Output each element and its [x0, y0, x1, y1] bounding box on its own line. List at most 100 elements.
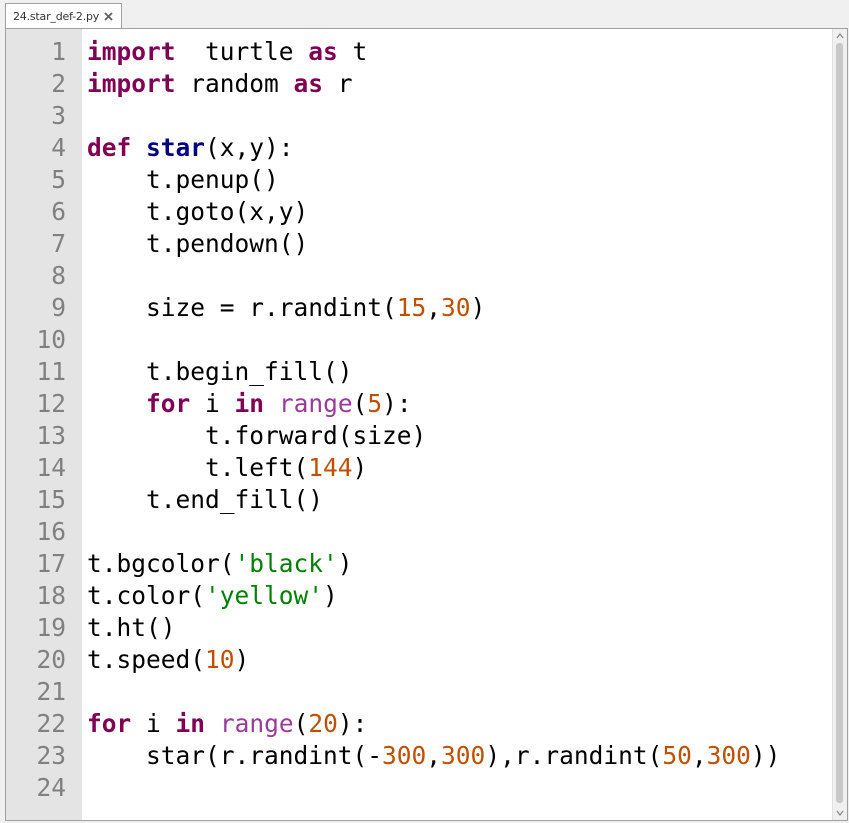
tab-bar: 24.star_def-2.py: [0, 0, 849, 28]
code-text: t.end_fill(): [87, 484, 323, 516]
code-token: 300: [706, 741, 751, 770]
line-number: 23: [36, 741, 66, 770]
code-token: ,: [426, 741, 442, 770]
code-line[interactable]: 15 t.end_fill(): [6, 484, 806, 516]
code-line[interactable]: 3: [6, 100, 806, 132]
code-line[interactable]: 8: [6, 260, 806, 292]
line-number: 14: [36, 453, 66, 482]
code-line[interactable]: 14 t.left(144): [6, 452, 806, 484]
code-line[interactable]: 1 import turtle as t: [6, 36, 806, 68]
code-token: random: [175, 69, 294, 98]
code-line[interactable]: 22 for i in range(20):: [6, 708, 806, 740]
line-number: 20: [36, 645, 66, 674]
code-token: (: [352, 389, 368, 418]
chevron-up-icon[interactable]: [835, 31, 845, 41]
code-token: 300: [382, 741, 427, 770]
code-token: as: [308, 37, 338, 66]
line-number: 1: [51, 37, 66, 66]
code-token: t.goto(x,y): [87, 197, 309, 226]
code-line[interactable]: 17 t.bgcolor('black'): [6, 548, 806, 580]
code-token: ): [337, 549, 353, 578]
code-line[interactable]: 2 import random as r: [6, 68, 806, 100]
code-token: t: [337, 37, 368, 66]
code-line[interactable]: 18 t.color('yellow'): [6, 580, 806, 612]
chevron-down-icon[interactable]: [835, 808, 845, 818]
code-token: ): [470, 293, 486, 322]
code-token: 30: [441, 293, 471, 322]
code-text: t.ht(): [87, 612, 176, 644]
code-line[interactable]: 23 star(r.randint(-300,300),r.randint(50…: [6, 740, 806, 772]
code-line[interactable]: 9 size = r.randint(15,30): [6, 292, 806, 324]
code-text: size = r.randint(15,30): [87, 292, 485, 324]
code-line[interactable]: 24: [6, 772, 806, 804]
code-line[interactable]: 6 t.goto(x,y): [6, 196, 806, 228]
code-token: star: [146, 133, 206, 162]
code-token: for: [146, 389, 191, 418]
code-line[interactable]: 12 for i in range(5):: [6, 388, 806, 420]
code-line[interactable]: 16: [6, 516, 806, 548]
line-number: 24: [36, 773, 66, 802]
code-line[interactable]: 4 def star(x,y):: [6, 132, 806, 164]
line-number: 7: [51, 229, 66, 258]
code-text: t.forward(size): [87, 420, 426, 452]
code-token: ):: [382, 389, 412, 418]
code-text: for i in range(20):: [87, 708, 367, 740]
code-token: t.left(: [87, 453, 309, 482]
code-line[interactable]: 5 t.penup(): [6, 164, 806, 196]
code-token: size = r.randint(: [87, 293, 397, 322]
code-token: t.penup(): [87, 165, 279, 194]
code-token: ): [352, 453, 368, 482]
code-line[interactable]: 13 t.forward(size): [6, 420, 806, 452]
code-editor[interactable]: 1 import turtle as t 2 import random as r 34…: [5, 28, 848, 821]
tab-label: 24.star_def-2.py: [13, 9, 100, 23]
code-token: ): [234, 645, 250, 674]
line-number: 3: [51, 101, 66, 130]
code-line[interactable]: 20 t.speed(10): [6, 644, 806, 676]
line-number: 16: [36, 517, 66, 546]
code-token: t.end_fill(): [87, 485, 324, 514]
code-text: import turtle as t: [87, 36, 367, 68]
code-token: range: [278, 389, 353, 418]
scroll-thumb[interactable]: [836, 43, 843, 803]
line-number: 2: [51, 69, 66, 98]
line-number: 10: [36, 325, 66, 354]
code-text: t.bgcolor('black'): [87, 548, 353, 580]
line-number: 22: [36, 709, 66, 738]
code-token: 'yellow': [205, 581, 324, 610]
code-token: 5: [367, 389, 383, 418]
code-token: star(r.randint(-: [87, 741, 383, 770]
code-text: import random as r: [87, 68, 353, 100]
code-line[interactable]: 10: [6, 324, 806, 356]
code-line[interactable]: 11 t.begin_fill(): [6, 356, 806, 388]
code-token: i: [190, 389, 235, 418]
code-line[interactable]: 21: [6, 676, 806, 708]
line-number: 17: [36, 549, 66, 578]
code-token: t.color(: [87, 581, 206, 610]
code-text: t.pendown(): [87, 228, 308, 260]
code-token: 300: [441, 741, 486, 770]
code-line[interactable]: 19 t.ht(): [6, 612, 806, 644]
tab-file[interactable]: 24.star_def-2.py: [5, 3, 123, 28]
code-token: t.forward(size): [87, 421, 427, 450]
code-token: 10: [205, 645, 235, 674]
code-text: for i in range(5):: [87, 388, 412, 420]
line-number: 13: [36, 421, 66, 450]
code-token: t.pendown(): [87, 229, 309, 258]
code-token: t.bgcolor(: [87, 549, 235, 578]
code-token: for: [87, 709, 132, 738]
code-text: def star(x,y):: [87, 132, 294, 164]
close-icon[interactable]: [102, 10, 115, 23]
line-number: 6: [51, 197, 66, 226]
code-token: 15: [396, 293, 427, 322]
code-text: star(r.randint(-300,300),r.randint(50,30…: [87, 740, 780, 772]
code-token: ): [323, 581, 338, 610]
line-number: 8: [51, 261, 66, 290]
line-number: 5: [51, 165, 66, 194]
code-token: range: [219, 709, 294, 738]
code-token: r: [323, 69, 353, 98]
vertical-scrollbar[interactable]: [832, 29, 847, 820]
code-line[interactable]: 7 t.pendown(): [6, 228, 806, 260]
line-number: 11: [36, 357, 66, 386]
